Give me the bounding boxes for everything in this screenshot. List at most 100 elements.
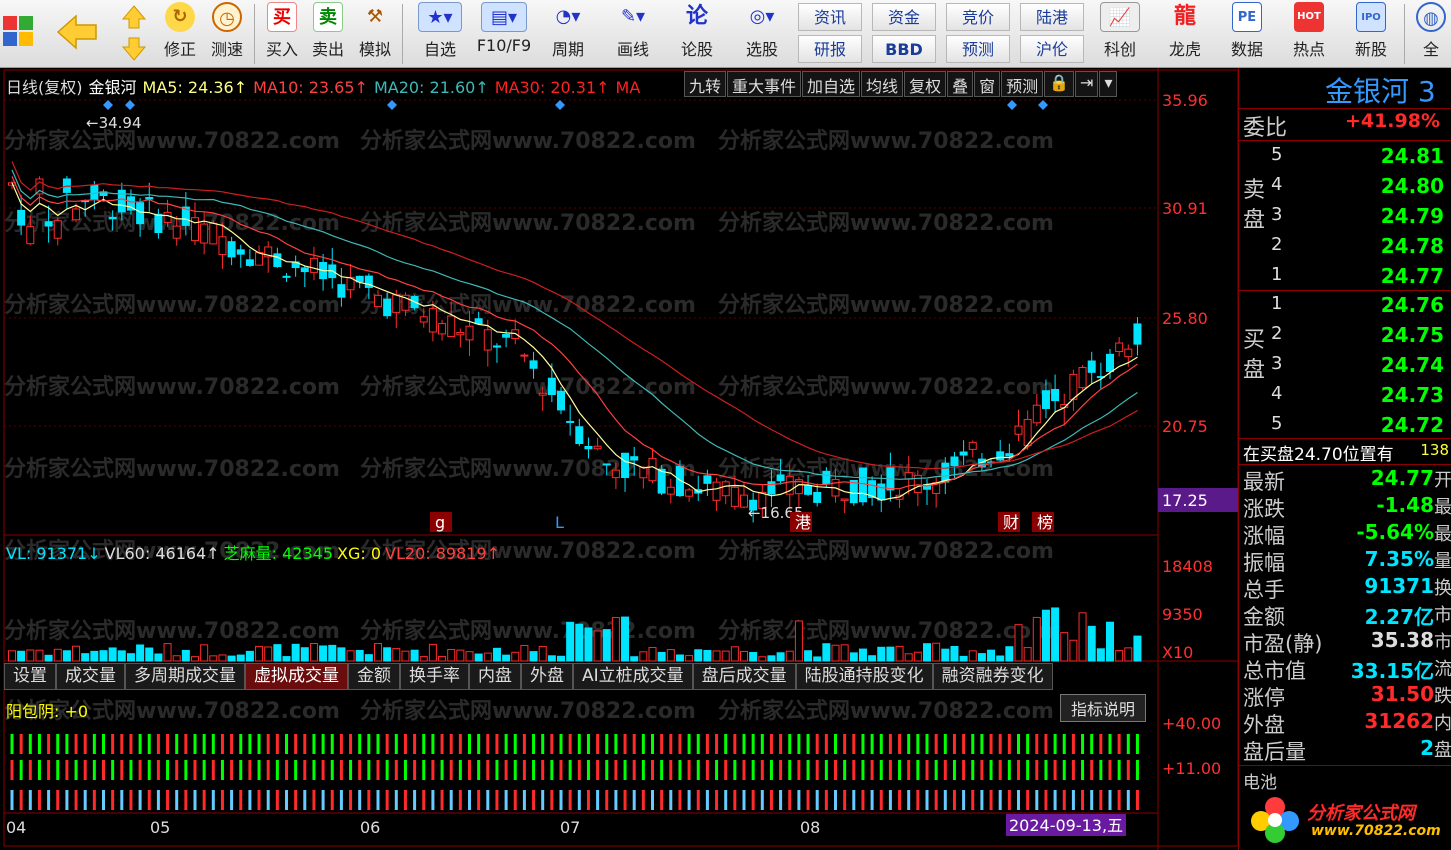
volume-bar <box>511 651 520 662</box>
indicator-bar-low <box>193 790 197 810</box>
toolbar-right-1[interactable]: 龍龙虎 <box>1160 2 1210 66</box>
indicator-bar-low <box>1117 790 1121 810</box>
tab-9[interactable]: 盘后成交量 <box>692 663 796 690</box>
toolbar-item-1[interactable]: ◷ 测速 <box>206 2 248 66</box>
indicator-bar-low <box>971 790 975 810</box>
sell-order-row[interactable]: 5 24.81 <box>1239 144 1451 171</box>
indicator-bar-low <box>541 790 545 810</box>
toolbar-item-7[interactable]: ◔▾ 周期 <box>540 2 596 66</box>
page-up-down-button[interactable] <box>116 2 152 66</box>
toolbar-item-4[interactable]: ⚒ 模拟 <box>354 2 396 66</box>
tab-7[interactable]: 外盘 <box>521 663 573 690</box>
tab-4[interactable]: 金额 <box>348 663 400 690</box>
indicator-bar-low <box>888 790 892 810</box>
buy-order-row[interactable]: 1 24.76 <box>1239 293 1451 320</box>
candle-body <box>703 475 712 484</box>
research-button[interactable]: 研报 <box>798 35 862 63</box>
toolbar-right-4[interactable]: IPO 新股 <box>1346 2 1396 66</box>
tab-2[interactable]: 多周期成交量 <box>125 663 245 690</box>
buy-order-row[interactable]: 4 24.73 <box>1239 383 1451 410</box>
back-button[interactable] <box>52 2 102 66</box>
indicator-bar-low <box>92 790 96 810</box>
toolbar-right-2[interactable]: PE 数据 <box>1222 2 1272 66</box>
indicator-bar-top <box>486 734 490 754</box>
indicator-bar-top <box>230 734 234 754</box>
indicator-bar-top <box>1035 734 1039 754</box>
funds-button[interactable]: 资金 <box>872 3 936 31</box>
indicator-bar-top <box>495 734 499 754</box>
chart-btn-window[interactable]: 窗 <box>974 71 1001 97</box>
sell-order-row[interactable]: 2 24.78 <box>1239 234 1451 261</box>
indicator-bar-low <box>751 790 755 810</box>
bidding-button[interactable]: 竞价 <box>946 3 1010 31</box>
toolbar-right-5[interactable]: ◍ 全 <box>1412 2 1450 66</box>
chart-btn-adjust[interactable]: 复权 <box>904 71 947 97</box>
news-button[interactable]: 资讯 <box>798 3 862 31</box>
buy-order-row[interactable]: 3 24.74 <box>1239 353 1451 380</box>
indicator-bar-top <box>815 734 819 754</box>
candle-body <box>300 267 309 273</box>
indicator-bar-top <box>952 734 956 754</box>
hk-connect-button[interactable]: 陆港 <box>1020 3 1084 31</box>
indicator-bar-low <box>998 790 1002 810</box>
candle-body <box>492 345 501 348</box>
toolbar-item-0[interactable]: ↻ 修正 <box>160 2 200 66</box>
tab-1[interactable]: 成交量 <box>56 663 125 690</box>
buy-order-row[interactable]: 5 24.72 <box>1239 413 1451 440</box>
chart-btn-forecast[interactable]: 预测 <box>1001 71 1044 97</box>
chart-btn-major-events[interactable]: 重大事件 <box>727 71 802 97</box>
candle-body <box>273 253 282 268</box>
indicator-bar-mid <box>1099 760 1103 780</box>
windows-grid-icon[interactable] <box>0 2 38 66</box>
indicator-bar-top <box>83 734 87 754</box>
toolbar-item-8[interactable]: ✎▾ 画线 <box>604 2 662 66</box>
volume-bar <box>383 647 392 662</box>
sell-order-row[interactable]: 3 24.79 <box>1239 204 1451 231</box>
indicator-help-button[interactable]: 指标说明 <box>1060 694 1147 722</box>
candle-body <box>547 377 556 395</box>
chart-btn-jiuzhuan[interactable]: 九转 <box>684 71 727 97</box>
candle-body <box>575 426 584 444</box>
sell-order-row[interactable]: 1 24.77 <box>1239 264 1451 291</box>
toolbar-right-0[interactable]: 📈 科创 <box>1094 2 1146 66</box>
buy-order-price: 24.73 <box>1380 383 1444 407</box>
chart-btn-ma[interactable]: 均线 <box>861 71 904 97</box>
tab-0[interactable]: 设置 <box>4 663 56 690</box>
battery-label: 电池 <box>1243 773 1277 793</box>
tab-5[interactable]: 换手率 <box>400 663 469 690</box>
sell-order-row[interactable]: 4 24.80 <box>1239 174 1451 201</box>
bbd-button[interactable]: BBD <box>872 35 936 63</box>
toolbar-item-3[interactable]: 卖卖出 <box>308 2 348 66</box>
indicator-bar-low <box>1062 790 1066 810</box>
chart-btn-add-watch[interactable]: 加自选 <box>802 71 861 97</box>
stat-row: 市盈(静) 35.38 市 <box>1239 628 1451 656</box>
tab-3[interactable]: 虚拟成交量 <box>245 663 348 690</box>
chevron-down-icon[interactable]: ▾ <box>1099 71 1118 97</box>
indicator-bar-top <box>422 734 426 754</box>
toolbar-item-6[interactable]: ▤▾ F10/F9 <box>474 2 534 66</box>
forecast-button[interactable]: 预测 <box>946 35 1010 63</box>
toolbar-right-3[interactable]: HOT 热点 <box>1284 2 1334 66</box>
toolbar-item-9[interactable]: 论论股 <box>674 2 720 66</box>
tab-11[interactable]: 融资融券变化 <box>932 663 1053 690</box>
kline-chart-area[interactable]: 分析家公式网www.70822.com 分析家公式网www.70822.com 分析… <box>0 68 1238 850</box>
buy-order-row[interactable]: 2 24.75 <box>1239 323 1451 350</box>
lock-icon[interactable]: 🔒 <box>1044 71 1075 97</box>
expand-icon[interactable]: ⇥ <box>1075 71 1099 97</box>
watermark-text: 分析家公式网www.70822.com <box>718 618 1054 644</box>
toolbar-item-10[interactable]: ◎▾ 选股 <box>732 2 792 66</box>
tab-8[interactable]: AI立桩成交量 <box>573 663 693 690</box>
stat-value: -1.48 <box>1376 493 1434 517</box>
sh-london-button[interactable]: 沪伦 <box>1020 35 1084 63</box>
volume-bar <box>145 647 154 662</box>
tab-10[interactable]: 陆股通持股变化 <box>795 663 933 690</box>
indicator-bar-low <box>257 790 261 810</box>
tab-6[interactable]: 内盘 <box>469 663 521 690</box>
chart-btn-overlay[interactable]: 叠 <box>947 71 974 97</box>
toolbar-item-5[interactable]: ★▾ 自选 <box>412 2 468 66</box>
candle-body <box>218 236 227 255</box>
candle-body <box>191 217 199 242</box>
volume-bar <box>428 643 437 662</box>
indicator-bar-top <box>532 734 536 754</box>
toolbar-item-2[interactable]: 买买入 <box>262 2 302 66</box>
